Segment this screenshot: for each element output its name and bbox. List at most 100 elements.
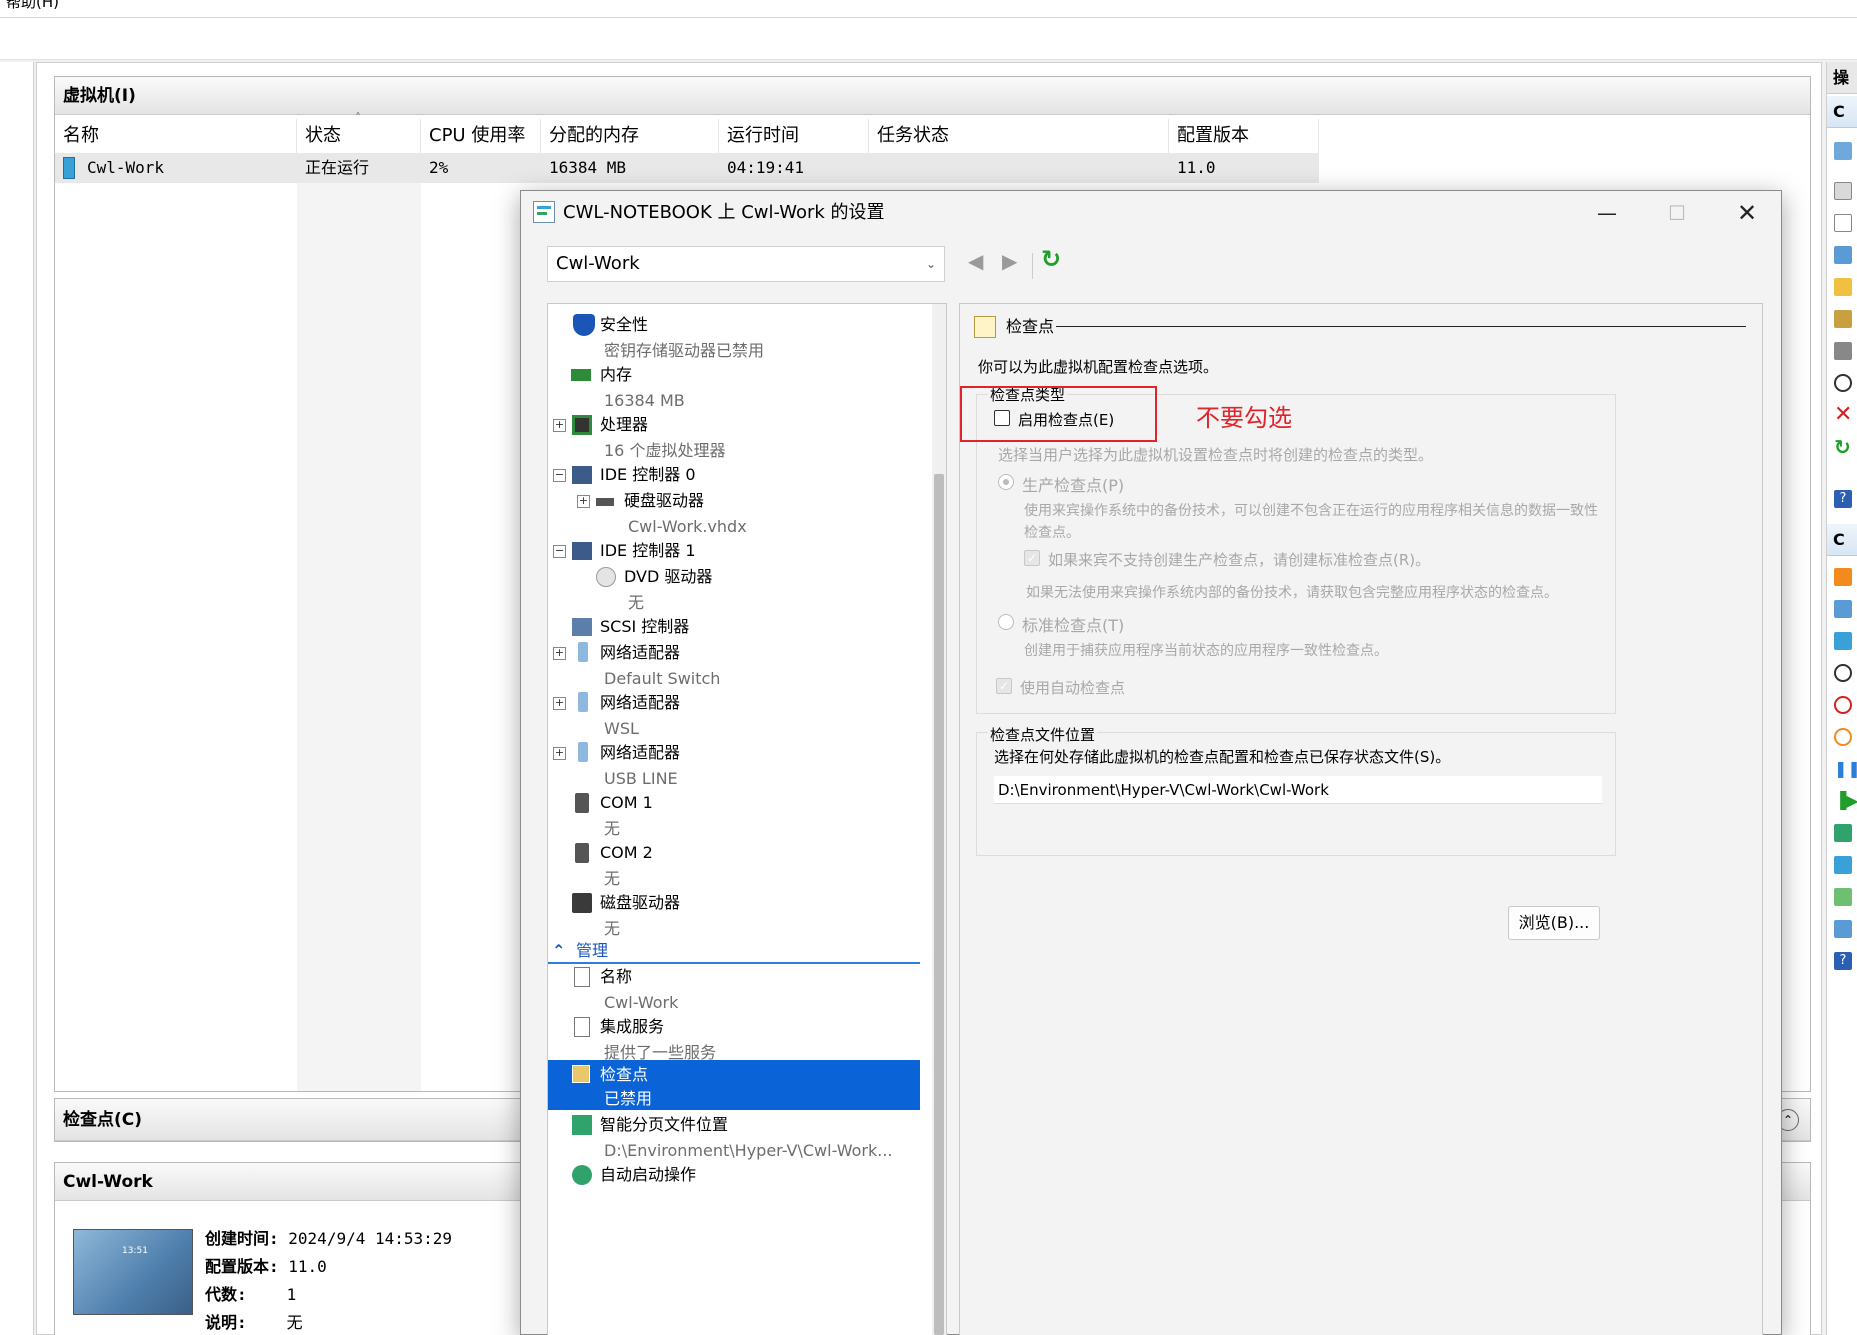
minimize-button[interactable]: —: [1572, 191, 1642, 235]
refresh-icon[interactable]: ↻: [1041, 245, 1061, 273]
tree-item-scsi[interactable]: SCSI 控制器: [548, 616, 920, 640]
pause-icon[interactable]: ❚❚: [1834, 760, 1857, 778]
import-icon[interactable]: [1834, 182, 1852, 200]
stop-service-icon[interactable]: [1834, 374, 1852, 392]
tree-item-dvd[interactable]: DVD 驱动器 无: [548, 566, 920, 614]
tree-sub: 密钥存储驱动器已禁用: [604, 341, 765, 360]
column-memory[interactable]: 分配的内存: [541, 119, 719, 153]
column-name[interactable]: 名称: [55, 119, 297, 153]
expand-icon[interactable]: +: [577, 495, 590, 508]
tree-item-com1[interactable]: COM 1 无: [548, 792, 920, 840]
actions-header: 操: [1827, 62, 1857, 94]
shutdown-icon[interactable]: [1834, 696, 1852, 714]
auto-start-icon: [572, 1165, 592, 1185]
vm-settings-icon[interactable]: [1834, 600, 1852, 618]
edit-icon[interactable]: [1834, 632, 1852, 650]
rename-icon[interactable]: [1834, 920, 1852, 938]
menu-help[interactable]: 帮助(H): [6, 0, 59, 11]
dialog-titlebar[interactable]: CWL-NOTEBOOK 上 Cwl-Work 的设置 — ☐ ✕: [521, 191, 1781, 235]
tree-label: 网络适配器: [600, 643, 681, 662]
checkpoint-icon[interactable]: [1834, 824, 1852, 842]
production-radio[interactable]: [998, 474, 1014, 490]
tree-section-management[interactable]: ⌃ 管理: [548, 940, 920, 964]
tree-sub: D:\Environment\Hyper-V\Cwl-Work...: [604, 1141, 893, 1160]
tree-item-network-1[interactable]: + 网络适配器 Default Switch: [548, 642, 920, 690]
turn-off-icon[interactable]: [1834, 664, 1852, 682]
location-path-input[interactable]: D:\Environment\Hyper-V\Cwl-Work\Cwl-Work: [994, 776, 1602, 804]
export-icon[interactable]: [1834, 888, 1852, 906]
help-icon[interactable]: ?: [1834, 490, 1852, 508]
tree-scrollbar-thumb[interactable]: [934, 474, 944, 1335]
tree-item-checkpoints[interactable]: 检查点 已禁用: [548, 1060, 920, 1110]
auto-checkpoints-label: 使用自动检查点: [1020, 679, 1126, 697]
table-row[interactable]: Cwl-Work 正在运行 2% 16384 MB 04:19:41 11.0: [55, 153, 1319, 183]
browse-button[interactable]: 浏览(B)...: [1508, 906, 1600, 940]
column-task-status[interactable]: 任务状态: [869, 119, 1169, 153]
forward-arrow-icon[interactable]: ▶: [1002, 249, 1017, 273]
column-config-version[interactable]: 配置版本: [1169, 119, 1319, 153]
reset-icon[interactable]: ▐▶: [1834, 792, 1857, 810]
vm-select-dropdown[interactable]: Cwl-Work ⌄: [547, 246, 945, 282]
tree-sub: Cwl-Work: [604, 993, 679, 1012]
ide-controller-icon: [572, 466, 592, 484]
maximize-button[interactable]: ☐: [1642, 191, 1712, 235]
switch-manager-icon[interactable]: [1834, 246, 1852, 264]
inspect-disk-icon[interactable]: [1834, 342, 1852, 360]
tree-scrollbar[interactable]: [932, 304, 946, 1335]
collapse-icon[interactable]: −: [553, 469, 566, 482]
tree-label: 内存: [600, 365, 633, 384]
standard-radio[interactable]: [998, 614, 1014, 630]
fallback-standard-label[interactable]: 如果来宾不支持创建生产检查点，请创建标准检查点(R)。: [1048, 549, 1430, 570]
quick-create-icon[interactable]: [1834, 142, 1852, 160]
auto-checkpoints-checkbox[interactable]: ✓: [996, 678, 1012, 694]
tree-item-name[interactable]: 名称 Cwl-Work: [548, 966, 920, 1014]
tree-item-ide0[interactable]: − IDE 控制器 0: [548, 464, 920, 488]
tree-item-network-2[interactable]: + 网络适配器 WSL: [548, 692, 920, 740]
back-arrow-icon[interactable]: ◀: [968, 249, 983, 273]
connect-icon[interactable]: [1834, 568, 1852, 586]
refresh-icon[interactable]: ↻: [1834, 437, 1851, 457]
tree-label: 名称: [600, 967, 633, 986]
tree-label: 硬盘驱动器: [624, 491, 705, 510]
remove-server-icon[interactable]: ✕: [1834, 404, 1852, 426]
edit-disk-icon[interactable]: [1834, 310, 1852, 328]
tree-item-network-3[interactable]: + 网络适配器 USB LINE: [548, 742, 920, 790]
settings-dialog: CWL-NOTEBOOK 上 Cwl-Work 的设置 — ☐ ✕ Cwl-Wo…: [520, 190, 1782, 1335]
tree-item-smart-paging[interactable]: 智能分页文件位置 D:\Environment\Hyper-V\Cwl-Work…: [548, 1114, 920, 1162]
actions-group-host[interactable]: C: [1827, 96, 1857, 128]
fallback-standard-checkbox[interactable]: ✓: [1024, 550, 1040, 566]
settings-icon[interactable]: [1834, 214, 1852, 232]
tree-item-autostart[interactable]: 自动启动操作: [548, 1164, 920, 1188]
tree-item-hard-drive[interactable]: + 硬盘驱动器 Cwl-Work.vhdx: [548, 490, 920, 538]
save-icon[interactable]: [1834, 728, 1852, 746]
tree-item-memory[interactable]: 内存 16384 MB: [548, 364, 920, 412]
sorted-column-highlight: [297, 183, 421, 1091]
tree-sub: 无: [604, 919, 621, 938]
config-version-label: 配置版本:: [205, 1257, 279, 1276]
expand-icon[interactable]: +: [553, 747, 566, 760]
expand-icon[interactable]: +: [553, 697, 566, 710]
memory-icon: [571, 369, 591, 381]
expand-icon[interactable]: +: [553, 419, 566, 432]
expand-icon[interactable]: +: [553, 647, 566, 660]
smart-paging-icon: [572, 1115, 592, 1135]
column-cpu[interactable]: CPU 使用率: [421, 119, 541, 153]
standard-label[interactable]: 标准检查点(T): [1022, 612, 1124, 636]
shield-icon: [573, 314, 595, 336]
tree-item-security[interactable]: 安全性 密钥存储驱动器已禁用: [548, 314, 920, 362]
san-manager-icon[interactable]: [1834, 278, 1852, 296]
actions-group-vm[interactable]: C: [1827, 524, 1857, 556]
tree-item-processor[interactable]: + 处理器 16 个虚拟处理器: [548, 414, 920, 462]
production-label[interactable]: 生产检查点(P): [1022, 472, 1124, 496]
tree-item-floppy[interactable]: 磁盘驱动器 无: [548, 892, 920, 940]
network-adapter-icon: [578, 692, 588, 712]
tree-item-ide1[interactable]: − IDE 控制器 1: [548, 540, 920, 564]
move-icon[interactable]: [1834, 856, 1852, 874]
vm-help-icon[interactable]: ?: [1834, 952, 1852, 970]
config-version-value: 11.0: [288, 1257, 327, 1276]
close-button[interactable]: ✕: [1712, 191, 1782, 235]
tree-item-integration[interactable]: 集成服务 提供了一些服务: [548, 1016, 920, 1064]
collapse-icon[interactable]: −: [553, 545, 566, 558]
column-uptime[interactable]: 运行时间: [719, 119, 869, 153]
tree-item-com2[interactable]: COM 2 无: [548, 842, 920, 890]
